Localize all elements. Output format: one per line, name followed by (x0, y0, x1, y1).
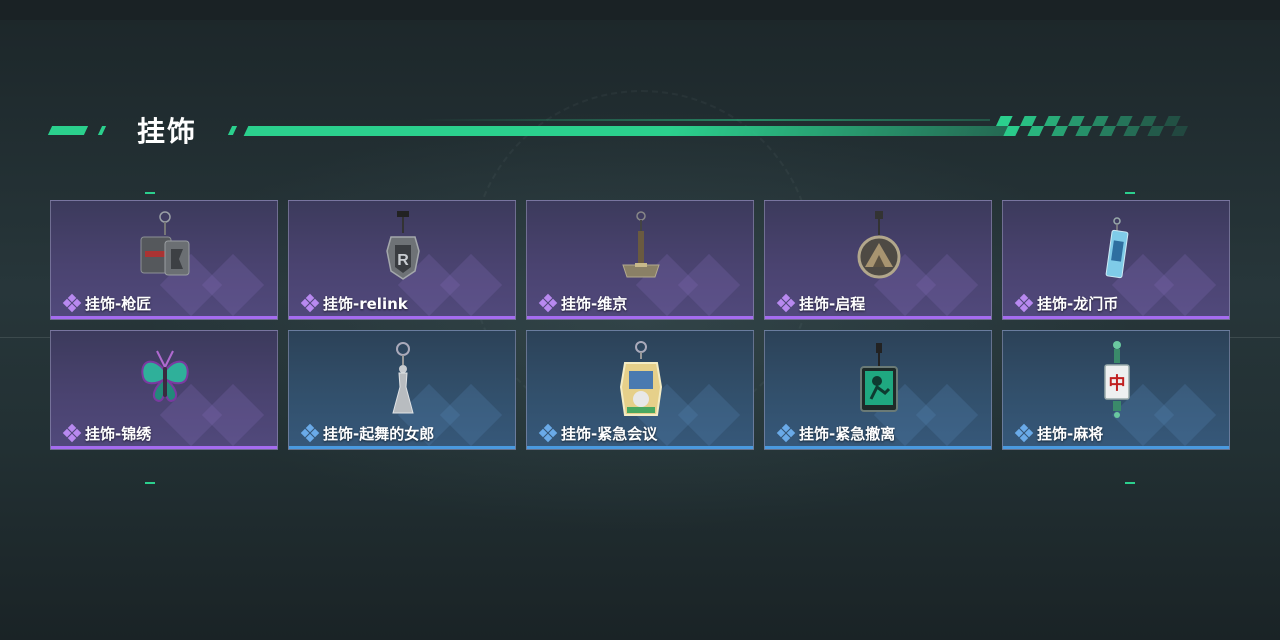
charm-label: 挂饰-麻将 (1014, 423, 1104, 443)
charm-label: 挂饰-起舞的女郎 (300, 423, 435, 443)
rarity-icon (776, 293, 796, 313)
butterfly-charm-icon (141, 350, 189, 403)
card-watermark (439, 253, 503, 317)
rarity-bar (527, 316, 753, 319)
background-line-left (0, 337, 50, 338)
charm-card[interactable]: 挂饰-紧急撤离 (764, 330, 992, 450)
charm-name: 挂饰-启程 (799, 294, 866, 313)
rarity-bar (51, 316, 277, 319)
charm-name: 挂饰-紧急会议 (561, 424, 658, 443)
charm-name: 挂饰-起舞的女郎 (323, 424, 435, 443)
rarity-bar (1003, 316, 1229, 319)
charm-name: 挂饰-relink (323, 294, 408, 313)
charm-name: 挂饰-麻将 (1037, 424, 1104, 443)
card-watermark (915, 383, 979, 447)
charm-name: 挂饰-锦绣 (85, 424, 152, 443)
charm-label: 挂饰-锦绣 (62, 423, 152, 443)
rarity-icon (1014, 293, 1034, 313)
mahjong-tile-charm-icon: 中 (1104, 341, 1130, 418)
corner-tick (145, 482, 155, 484)
rarity-bar (765, 446, 991, 449)
charm-card[interactable]: 挂饰-龙门币 (1002, 200, 1230, 320)
lmd-card-charm-icon (1105, 217, 1129, 279)
top-strip (0, 0, 1280, 20)
charm-name: 挂饰-维京 (561, 294, 628, 313)
rarity-icon (1014, 423, 1034, 443)
charm-label: 挂饰-relink (300, 293, 408, 313)
charm-label: 挂饰-龙门币 (1014, 293, 1119, 313)
card-watermark (677, 253, 741, 317)
corner-tick (145, 192, 155, 194)
corner-tick (1125, 192, 1135, 194)
card-watermark (677, 383, 741, 447)
rarity-icon (538, 293, 558, 313)
header-dash (97, 126, 107, 135)
charm-card[interactable]: 挂饰-锦绣 (50, 330, 278, 450)
header-dash (227, 126, 238, 135)
rarity-bar (289, 446, 515, 449)
charm-label: 挂饰-紧急撤离 (776, 423, 896, 443)
rarity-bar (51, 446, 277, 449)
charm-label: 挂饰-维京 (538, 293, 628, 313)
emergency-meeting-charm-icon (619, 341, 663, 416)
charm-card[interactable]: 挂饰-启程 (764, 200, 992, 320)
rarity-bar (289, 316, 515, 319)
relink-emblem-charm-icon: R (386, 211, 420, 280)
header-thin-line (420, 119, 990, 121)
card-watermark (1153, 253, 1217, 317)
charm-card[interactable]: 中 挂饰-麻将 (1002, 330, 1230, 450)
section-title: 挂饰 (137, 115, 198, 148)
card-watermark (439, 383, 503, 447)
charm-name: 挂饰-枪匠 (85, 294, 152, 313)
rarity-icon (300, 293, 320, 313)
rarity-icon (62, 423, 82, 443)
charm-name: 挂饰-龙门币 (1037, 294, 1119, 313)
card-watermark (1153, 383, 1217, 447)
charm-name: 挂饰-紧急撤离 (799, 424, 896, 443)
charm-card[interactable]: R 挂饰-relink (288, 200, 516, 320)
charm-label: 挂饰-启程 (776, 293, 866, 313)
svg-text:R: R (397, 252, 409, 269)
emergency-exit-charm-icon (860, 343, 898, 412)
corner-tick (1125, 482, 1135, 484)
mountain-medallion-charm-icon (857, 211, 901, 279)
charm-card[interactable]: 挂饰-起舞的女郎 (288, 330, 516, 450)
charm-card[interactable]: 挂饰-紧急会议 (526, 330, 754, 450)
charm-label: 挂饰-枪匠 (62, 293, 152, 313)
header-dash (47, 126, 89, 135)
charm-label: 挂饰-紧急会议 (538, 423, 658, 443)
dancing-lady-charm-icon (392, 342, 414, 414)
background-line-right (1230, 337, 1280, 338)
rarity-icon (62, 293, 82, 313)
rarity-bar (527, 446, 753, 449)
card-watermark (201, 383, 265, 447)
charm-card[interactable]: 挂饰-维京 (526, 200, 754, 320)
charm-grid: 挂饰-枪匠 R 挂饰-relink 挂饰-维京 挂饰-启程 挂饰-龙门币 挂饰-… (50, 200, 1230, 450)
header-accent-bar (243, 126, 1019, 136)
card-watermark (915, 253, 979, 317)
rarity-icon (538, 423, 558, 443)
charm-card[interactable]: 挂饰-枪匠 (50, 200, 278, 320)
gun-parts-charm-icon (140, 211, 190, 276)
rarity-icon (776, 423, 796, 443)
viking-hammer-charm-icon (622, 211, 660, 278)
header-checker-pattern (991, 116, 1206, 136)
rarity-bar (765, 316, 991, 319)
rarity-bar (1003, 446, 1229, 449)
svg-text:中: 中 (1109, 373, 1126, 394)
rarity-icon (300, 423, 320, 443)
card-watermark (201, 253, 265, 317)
